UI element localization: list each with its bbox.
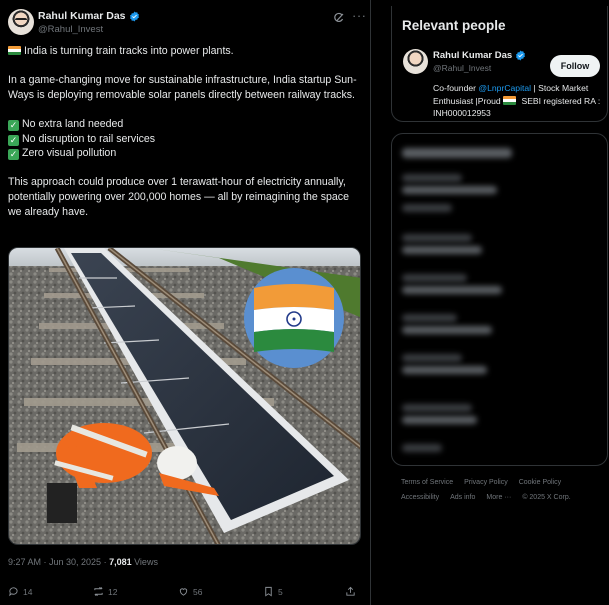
accessibility-link[interactable]: Accessibility (401, 494, 439, 501)
blurred-line (402, 354, 462, 362)
grok-icon[interactable] (333, 12, 345, 24)
cookie-link[interactable]: Cookie Policy (519, 479, 561, 486)
person-bio: Co-founder @LnprCapital | Stock Market E… (433, 82, 603, 120)
india-flag-icon (8, 46, 21, 55)
relevant-people-title: Relevant people (402, 18, 506, 33)
verified-badge-icon (129, 10, 139, 22)
right-sidebar: Relevant people Rahul Kumar Das @Rahul_I… (391, 0, 609, 605)
share-icon (346, 586, 355, 596)
blurred-line (402, 314, 457, 322)
blurred-trends-card (391, 133, 608, 466)
post-meta: 9:27 AM · Jun 30, 2025 · 7,081 Views (8, 557, 158, 567)
share-button[interactable] (345, 586, 356, 597)
follow-button[interactable]: Follow (550, 55, 600, 77)
person-name[interactable]: Rahul Kumar Das (433, 50, 512, 61)
repost-button[interactable]: 12 (93, 586, 117, 597)
like-count: 56 (193, 586, 203, 597)
check-mark-icon: ✓ (8, 134, 19, 146)
views-label: Views (131, 557, 158, 567)
post-intro: India is turning train tracks into power… (24, 45, 234, 57)
blurred-line (402, 366, 487, 374)
more-link[interactable]: More ··· (486, 494, 511, 501)
terms-link[interactable]: Terms of Service (401, 479, 453, 486)
post-paragraph-1: In a game-changing move for sustainable … (8, 74, 357, 101)
blurred-line (402, 404, 472, 412)
blurred-line (402, 416, 477, 424)
copyright: © 2025 X Corp. (522, 494, 571, 501)
bookmark-button[interactable]: 5 (263, 586, 283, 597)
post-image[interactable] (8, 247, 361, 545)
reply-button[interactable]: 14 (8, 586, 32, 597)
privacy-link[interactable]: Privacy Policy (464, 479, 508, 486)
author-handle[interactable]: @Rahul_Invest (38, 24, 103, 35)
post-timestamp[interactable]: 9:27 AM · Jun 30, 2025 · (8, 557, 109, 567)
post-paragraph-2: This approach could produce over 1 teraw… (8, 176, 349, 218)
blurred-line (402, 286, 502, 294)
heart-icon (179, 588, 188, 596)
india-flag-emblem-icon (244, 268, 344, 368)
india-flag-icon (503, 95, 517, 105)
author-avatar[interactable] (8, 9, 34, 35)
footer-links-row-1: Terms of Service Privacy Policy Cookie Pol… (401, 479, 572, 486)
reply-count: 14 (23, 586, 33, 597)
like-button[interactable]: 56 (178, 586, 202, 597)
bookmark-icon (265, 586, 272, 597)
person-name-row[interactable]: Rahul Kumar Das (433, 50, 526, 61)
post-text: India is turning train tracks into power… (8, 44, 364, 234)
views-count: 7,081 (109, 557, 132, 567)
person-handle[interactable]: @Rahul_Invest (433, 63, 491, 73)
bullet-2: No disruption to rail services (22, 132, 156, 145)
bullet-3: Zero visual pollution (22, 147, 117, 160)
person-avatar[interactable] (403, 49, 428, 74)
blurred-line (402, 444, 442, 452)
more-options-icon[interactable]: ··· (352, 8, 367, 23)
blurred-heading (402, 148, 512, 158)
verified-badge-icon (516, 50, 526, 61)
check-mark-icon: ✓ (8, 119, 19, 131)
author-name-row[interactable]: Rahul Kumar Das (38, 10, 140, 22)
blurred-line (402, 234, 472, 242)
post-action-bar: 14 12 56 5 (8, 586, 364, 600)
ads-info-link[interactable]: Ads info (450, 494, 475, 501)
reply-icon (9, 587, 18, 597)
blurred-line (402, 204, 452, 212)
bio-mention-link[interactable]: @LnprCapital (478, 83, 531, 93)
bullet-1: No extra land needed (22, 117, 124, 130)
repost-icon (94, 587, 103, 596)
bookmark-count: 5 (278, 586, 283, 597)
post-column: Rahul Kumar Das @Rahul_Invest ··· India … (0, 0, 371, 605)
author-name[interactable]: Rahul Kumar Das (38, 10, 126, 22)
blurred-line (402, 246, 482, 254)
blurred-line (402, 274, 467, 282)
bio-prefix: Co-founder (433, 83, 479, 93)
blurred-line (402, 326, 492, 334)
relevant-people-card: Relevant people Rahul Kumar Das @Rahul_I… (391, 6, 608, 122)
check-mark-icon: ✓ (8, 149, 19, 161)
footer-links-row-2: Accessibility Ads info More ··· © 2025 X Co… (401, 494, 582, 501)
blurred-line (402, 174, 462, 182)
blurred-line (402, 186, 497, 194)
repost-count: 12 (108, 586, 118, 597)
